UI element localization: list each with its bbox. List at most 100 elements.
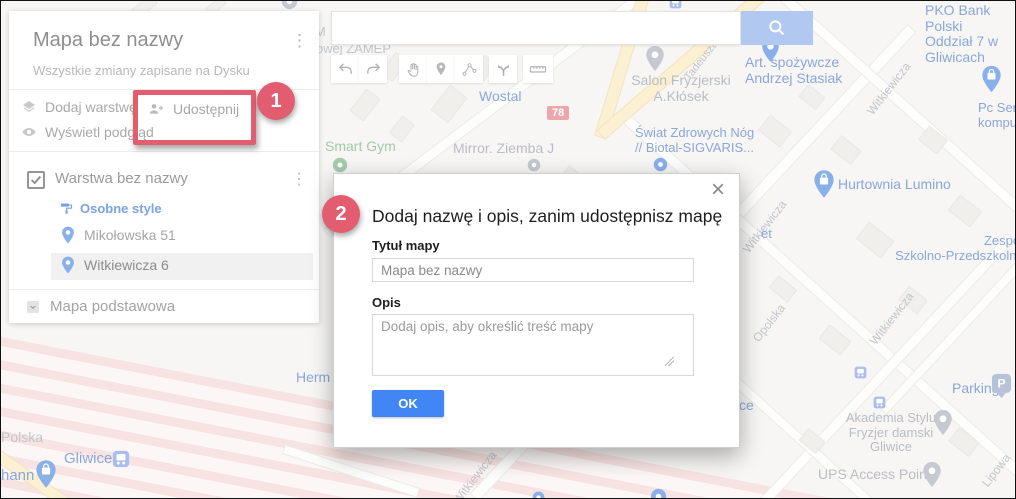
add-directions-icon: [497, 64, 509, 76]
building: [830, 134, 862, 166]
map-title-input[interactable]: [372, 258, 694, 282]
pan-hand-icon: [407, 62, 418, 77]
pc-serwis-pin-icon: [981, 65, 1002, 98]
undo-icon: [338, 62, 352, 74]
redo-icon: [366, 62, 380, 74]
checkbox-check-icon: [31, 175, 42, 185]
map-label-salon-fryzjerski: Salon Fryzjerski A.Kłósek: [631, 72, 731, 104]
map-label-swiat-zdrowych-nog: Świat Zdrowych Nóg // Biotal-SIGVARIS...: [635, 125, 755, 155]
add-marker-icon: [436, 62, 446, 75]
map-label-wostal: Wostal: [479, 88, 522, 104]
map-label-et-fragment: et: [761, 226, 772, 241]
list-item-mikolowska[interactable]: Mikołowska 51: [61, 226, 176, 244]
layer-menu-icon[interactable]: ⋮: [291, 169, 307, 189]
search-button[interactable]: [741, 11, 813, 45]
building: [947, 194, 983, 228]
building: [349, 88, 381, 122]
map-pin-icon: [62, 256, 74, 274]
sidebar-panel: Mapa bez nazwy ⋮ Wszystkie zmiany zapisa…: [9, 11, 319, 323]
draw-line-icon: [462, 62, 476, 76]
individual-styles-label: Osobne style: [80, 201, 162, 216]
map-title: Mapa bez nazwy: [33, 29, 184, 51]
share-name-dialog: × Dodaj nazwę i opis, zanim udostępnisz …: [333, 173, 740, 448]
measure-icon: [529, 66, 547, 73]
description-label: Opis: [372, 295, 401, 310]
map-label-hann-fragment: hann: [1, 467, 35, 484]
map-title-label: Tytuł mapy: [372, 238, 440, 253]
dialog-title: Dodaj nazwę i opis, zanim udostępnisz ma…: [372, 206, 723, 226]
svg-text:P: P: [997, 377, 1005, 391]
salon-pin-icon: [645, 45, 665, 77]
base-map-row[interactable]: Mapa podstawowa: [25, 298, 175, 315]
hurtownia-pin-icon: [813, 169, 835, 204]
map-label-polska-street: Polska: [1, 429, 44, 445]
autosave-status: Wszystkie zmiany zapisane na Dysku: [33, 63, 250, 78]
place-label: Mikołowska 51: [84, 227, 176, 243]
map-label-art-spozywcze: Art. spożywcze Andrzej Stasiak: [745, 54, 843, 86]
collapse-arrow-icon: [27, 300, 39, 313]
map-label-mirror-ziemba: Mirror. Ziemba J: [453, 140, 555, 156]
building: [768, 275, 798, 303]
search-bar: [331, 11, 813, 45]
map-label-smart-gym: Smart Gym: [325, 138, 396, 154]
add-layer-button[interactable]: Dodaj warstwę: [21, 99, 137, 115]
bus-stop-2-icon: [873, 396, 886, 414]
map-label-akademia-stylu: Akademia Stylu Fryzjer damski Gliwice: [845, 410, 937, 455]
map-label-pko-bank: PKO Bank Polski Oddział 7 w Gliwicach: [925, 2, 999, 66]
street-road: [748, 233, 1014, 498]
add-marker-button[interactable]: [427, 55, 455, 83]
hann-pin-icon: [35, 459, 57, 494]
map-label-zespol-szkolno: Zespół Szkolno-Przedszkolny: [895, 233, 1016, 263]
building: [430, 84, 468, 124]
map-label-gliwice-station: Gliwice: [64, 450, 113, 467]
place-label: Witkiewicza 6: [84, 257, 169, 273]
draw-line-button[interactable]: [455, 55, 483, 83]
list-item-witkiewicza[interactable]: Witkiewicza 6: [61, 256, 169, 274]
ups-pin-icon: [922, 461, 942, 493]
my-maps-app: d Mysłowej ZAMEPWostalSalon Fryzjerski A…: [0, 0, 1016, 499]
pan-button[interactable]: [399, 55, 427, 83]
map-label-hurtownia-lumino: Hurtownia Lumino: [838, 176, 951, 192]
individual-styles-link[interactable]: Osobne style: [59, 201, 162, 216]
annotation-highlight-box: [133, 90, 256, 145]
annotation-step-2: 2: [322, 195, 360, 233]
building: [757, 114, 793, 148]
ok-button[interactable]: OK: [372, 390, 444, 417]
search-input[interactable]: [331, 11, 741, 45]
akademia-pin-icon: [933, 409, 953, 441]
building: [918, 125, 948, 155]
search-icon: [769, 20, 785, 36]
building: [798, 83, 826, 111]
close-icon[interactable]: ×: [711, 178, 725, 202]
textarea-resize-handle[interactable]: [664, 356, 674, 366]
map-menu-icon[interactable]: ⋮: [291, 31, 308, 51]
measure-button[interactable]: [523, 55, 553, 83]
eye-icon: [22, 128, 36, 136]
paint-roller-icon: [60, 203, 73, 214]
map-label-opolska-street: Opolska: [749, 301, 789, 345]
gliwice-train-icon-icon: [112, 450, 130, 473]
description-textarea[interactable]: [372, 314, 694, 376]
layer-checkbox[interactable]: [27, 171, 45, 189]
layer-name[interactable]: Warstwa bez nazwy: [55, 170, 188, 187]
layers-icon: [23, 101, 35, 112]
add-directions-button[interactable]: [489, 55, 517, 83]
building: [818, 324, 852, 356]
map-label-pc-serwis: Pc Serwis komputerowy: [978, 100, 1016, 130]
map-pin-icon: [62, 226, 74, 244]
redo-button[interactable]: [359, 55, 387, 83]
add-layer-label: Dodaj warstwę: [45, 99, 137, 115]
divider: [9, 151, 319, 152]
map-label-herm-fragment: Herm: [296, 369, 331, 385]
map-label-lipowa-street: Lipowa: [978, 450, 1014, 490]
map-label-ce-fragment: ce: [739, 397, 754, 413]
undo-button[interactable]: [331, 55, 359, 83]
bus-stop-1-icon: [854, 366, 867, 384]
divider: [9, 289, 319, 290]
bottom-marker-2-icon: [650, 488, 667, 498]
map-label-ups-access-point: UPS Access Point: [818, 466, 931, 482]
annotation-step-1: 1: [257, 82, 295, 120]
base-map-label: Mapa podstawowa: [50, 298, 176, 315]
map-label-road-78-badge: 78: [547, 106, 570, 120]
parking-pin-icon: P: [991, 373, 1012, 404]
